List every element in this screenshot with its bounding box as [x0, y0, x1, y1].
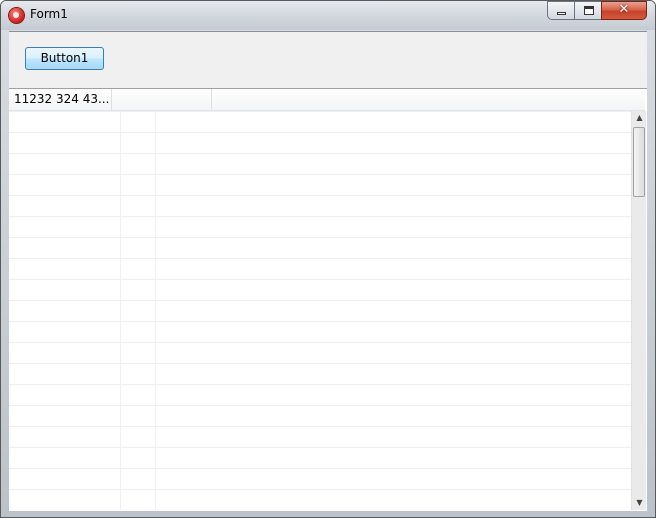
maximize-icon: [584, 6, 594, 15]
list-header: 11232 324 43...: [9, 89, 645, 111]
title-bar[interactable]: Form1 ✕: [1, 1, 655, 30]
column-header-2[interactable]: [112, 89, 212, 110]
close-icon: ✕: [618, 2, 630, 17]
column-header-1[interactable]: 11232 324 43...: [9, 89, 112, 110]
window-title: Form1: [30, 7, 68, 21]
list-view[interactable]: 11232 324 43... ▲ ▼: [9, 88, 647, 511]
grid-line: [120, 111, 121, 510]
maximize-button[interactable]: [574, 1, 602, 20]
grid-line: [155, 111, 156, 510]
button1[interactable]: Button1: [25, 47, 104, 70]
scroll-up-icon[interactable]: ▲: [634, 111, 645, 125]
list-rows[interactable]: [9, 111, 631, 510]
form1-window: Form1 ✕ Button1 11232 324 43... ▲ ▼: [0, 0, 656, 518]
app-icon[interactable]: [9, 8, 24, 23]
close-button[interactable]: ✕: [601, 1, 647, 20]
scroll-down-icon[interactable]: ▼: [634, 496, 645, 510]
scroll-thumb[interactable]: [633, 127, 645, 197]
form-client-area: Button1 11232 324 43... ▲ ▼: [9, 31, 647, 511]
minimize-icon: [557, 12, 566, 15]
vertical-scrollbar[interactable]: ▲ ▼: [631, 111, 646, 510]
column-header-3[interactable]: [212, 89, 642, 110]
minimize-button[interactable]: [547, 1, 575, 20]
